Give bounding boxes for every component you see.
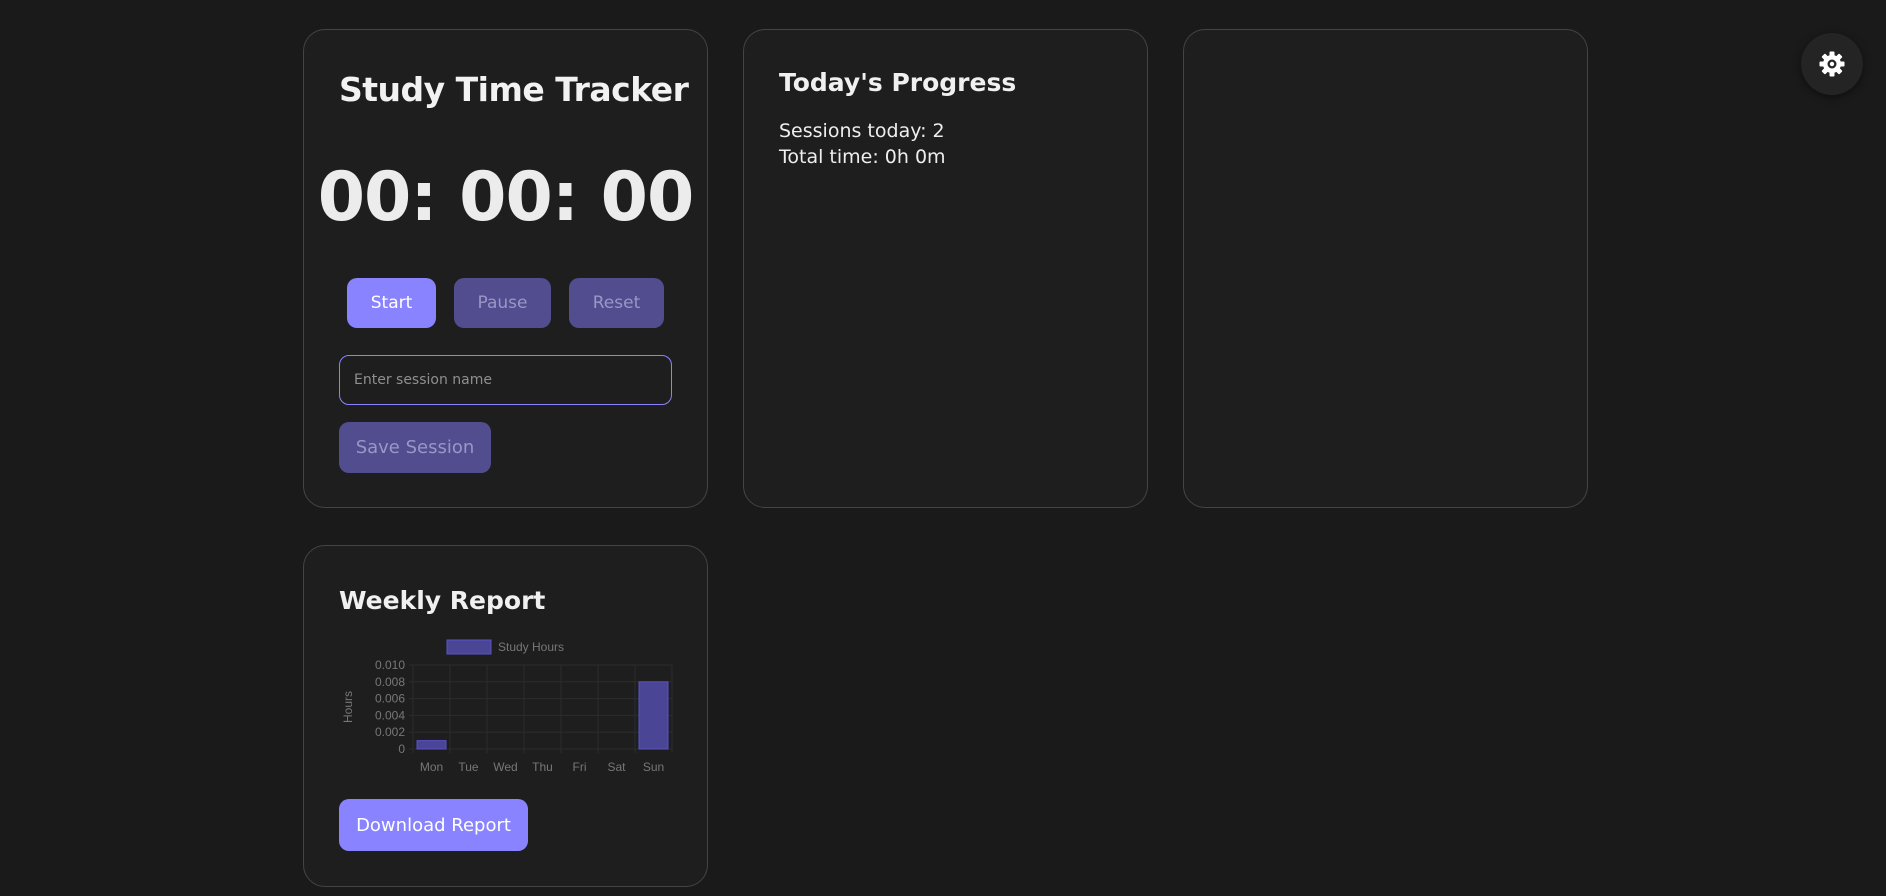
x-tick-label: Tue <box>458 760 479 774</box>
y-tick-label: 0.002 <box>375 725 405 739</box>
settings-button[interactable] <box>1801 33 1863 95</box>
x-tick-label: Sun <box>643 760 664 774</box>
sessions-today-text: Sessions today: 2 <box>779 120 945 142</box>
reset-button[interactable]: Reset <box>569 278 664 328</box>
y-axis-label: Hours <box>341 691 355 723</box>
progress-card: Today's Progress Sessions today: 2 Total… <box>743 29 1148 508</box>
app-title: Study Time Tracker <box>339 70 689 109</box>
y-tick-label: 0.006 <box>375 692 405 706</box>
y-tick-label: 0.008 <box>375 675 405 689</box>
legend-swatch <box>446 639 492 655</box>
pause-button[interactable]: Pause <box>454 278 551 328</box>
progress-title: Today's Progress <box>779 68 1017 97</box>
save-session-button[interactable]: Save Session <box>339 422 491 473</box>
timer-card: Study Time Tracker 00: 00: 00 Start Paus… <box>303 29 708 508</box>
bar-sun <box>638 681 669 750</box>
y-tick-label: 0.004 <box>375 708 405 722</box>
timer-display: 00: 00: 00 <box>317 158 695 237</box>
gear-icon <box>1819 51 1845 77</box>
x-tick-label: Fri <box>573 760 587 774</box>
bar-mon <box>416 740 447 750</box>
x-tick-label: Mon <box>420 760 443 774</box>
start-button[interactable]: Start <box>347 278 436 328</box>
weekly-report-title: Weekly Report <box>339 586 546 615</box>
y-tick-label: 0 <box>398 742 405 756</box>
total-time-text: Total time: 0h 0m <box>779 146 946 168</box>
empty-card <box>1183 29 1588 508</box>
legend-label: Study Hours <box>498 640 564 654</box>
weekly-report-card: Weekly Report 0 0.002 0.004 0.006 0.008 0.010… <box>303 545 708 887</box>
weekly-chart: 0 0.002 0.004 0.006 0.008 0.010 Mon Tue Wed Thu Fr… <box>341 639 673 774</box>
y-tick-label: 0.010 <box>375 658 405 672</box>
x-tick-label: Sat <box>607 760 626 774</box>
x-tick-label: Wed <box>493 760 517 774</box>
session-name-input[interactable] <box>339 355 672 405</box>
x-tick-label: Thu <box>532 760 553 774</box>
download-report-button[interactable]: Download Report <box>339 799 528 851</box>
